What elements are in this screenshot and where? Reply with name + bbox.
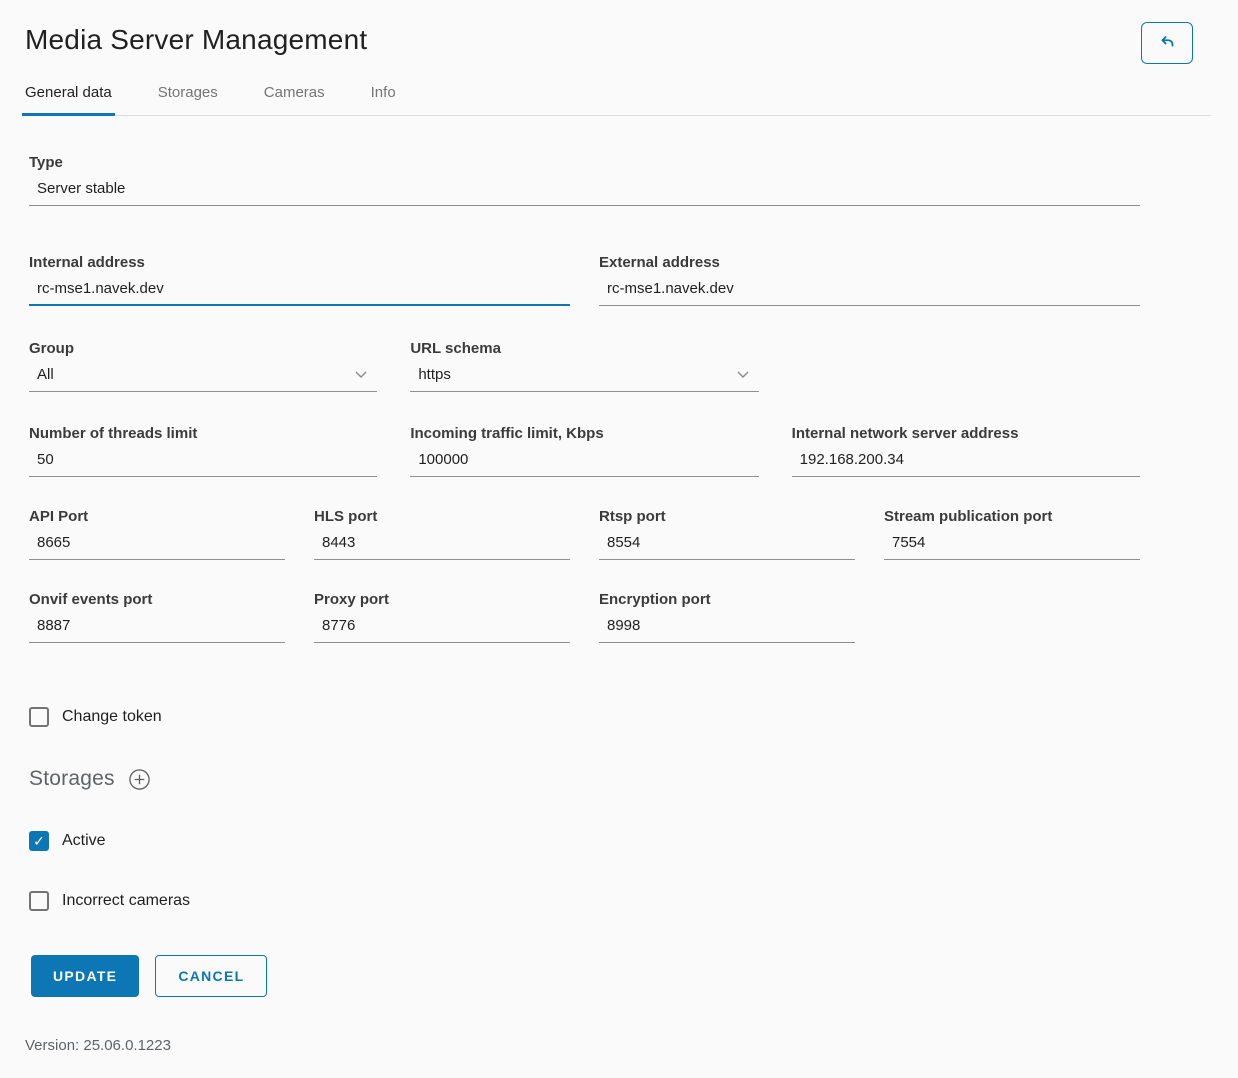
onvif-events-port-label: Onvif events port [29, 591, 285, 608]
back-button[interactable] [1141, 22, 1193, 64]
hls-port-input[interactable] [314, 534, 570, 560]
field-group: Group All [29, 340, 377, 392]
storages-section-header: Storages [29, 767, 1238, 791]
field-internal-network-address: Internal network server address [792, 425, 1140, 477]
field-url-schema: URL schema https [410, 340, 758, 392]
internal-address-label: Internal address [29, 254, 570, 271]
field-external-address: External address [599, 254, 1140, 306]
field-threads-limit: Number of threads limit [29, 425, 377, 477]
group-label: Group [29, 340, 377, 357]
url-schema-label: URL schema [410, 340, 758, 357]
group-select[interactable]: All [29, 366, 377, 392]
internal-network-address-input[interactable] [792, 451, 1140, 477]
form-actions: UPDATE CANCEL [31, 955, 1238, 997]
change-token-label: Change token [62, 708, 162, 726]
proxy-port-input[interactable] [314, 617, 570, 643]
chevron-down-icon [737, 371, 749, 379]
media-server-management-page: Media Server Management General data Sto… [0, 0, 1238, 1078]
field-hls-port: HLS port [314, 508, 570, 560]
field-stream-publication-port: Stream publication port [884, 508, 1140, 560]
field-incoming-traffic: Incoming traffic limit, Kbps [410, 425, 758, 477]
incorrect-cameras-label: Incorrect cameras [62, 892, 190, 910]
page-title: Media Server Management [25, 24, 1238, 56]
rtsp-port-input[interactable] [599, 534, 855, 560]
field-proxy-port: Proxy port [314, 591, 570, 643]
onvif-events-port-input[interactable] [29, 617, 285, 643]
checkbox-icon [29, 891, 49, 911]
checkbox-icon [29, 831, 49, 851]
stream-publication-port-label: Stream publication port [884, 508, 1140, 525]
external-address-input[interactable] [599, 280, 1140, 306]
cancel-button[interactable]: CANCEL [155, 955, 267, 997]
type-input[interactable] [29, 180, 1140, 206]
hls-port-label: HLS port [314, 508, 570, 525]
chevron-down-icon [355, 371, 367, 379]
tab-storages[interactable]: Storages [155, 80, 221, 115]
plus-circle-icon [128, 768, 151, 791]
url-schema-select[interactable]: https [410, 366, 758, 392]
tab-bar: General data Storages Cameras Info [22, 80, 1211, 116]
active-label: Active [62, 832, 106, 850]
threads-limit-input[interactable] [29, 451, 377, 477]
checkbox-icon [29, 707, 49, 727]
proxy-port-label: Proxy port [314, 591, 570, 608]
tab-info[interactable]: Info [368, 80, 399, 115]
general-data-form: Type Internal address External address G… [29, 154, 1140, 643]
encryption-port-input[interactable] [599, 617, 855, 643]
internal-network-address-label: Internal network server address [792, 425, 1140, 442]
internal-address-input[interactable] [29, 280, 570, 306]
field-internal-address: Internal address [29, 254, 570, 306]
api-port-label: API Port [29, 508, 285, 525]
version-text: Version: 25.06.0.1223 [25, 1037, 1238, 1078]
url-schema-select-value: https [418, 366, 451, 383]
incoming-traffic-input[interactable] [410, 451, 758, 477]
active-checkbox[interactable]: Active [29, 831, 1238, 851]
external-address-label: External address [599, 254, 1140, 271]
field-type: Type [29, 154, 1140, 206]
field-rtsp-port: Rtsp port [599, 508, 855, 560]
add-storage-button[interactable] [128, 768, 151, 791]
threads-limit-label: Number of threads limit [29, 425, 377, 442]
rtsp-port-label: Rtsp port [599, 508, 855, 525]
encryption-port-label: Encryption port [599, 591, 855, 608]
type-label: Type [29, 154, 1140, 171]
tab-cameras[interactable]: Cameras [261, 80, 328, 115]
change-token-checkbox[interactable]: Change token [29, 707, 1238, 727]
incoming-traffic-label: Incoming traffic limit, Kbps [410, 425, 758, 442]
incorrect-cameras-checkbox[interactable]: Incorrect cameras [29, 891, 1238, 911]
api-port-input[interactable] [29, 534, 285, 560]
tab-general-data[interactable]: General data [22, 80, 115, 115]
update-button[interactable]: UPDATE [31, 955, 139, 997]
field-api-port: API Port [29, 508, 285, 560]
field-onvif-events-port: Onvif events port [29, 591, 285, 643]
undo-icon [1156, 32, 1178, 54]
stream-publication-port-input[interactable] [884, 534, 1140, 560]
group-select-value: All [37, 366, 54, 383]
field-encryption-port: Encryption port [599, 591, 855, 643]
storages-heading: Storages [29, 767, 115, 791]
